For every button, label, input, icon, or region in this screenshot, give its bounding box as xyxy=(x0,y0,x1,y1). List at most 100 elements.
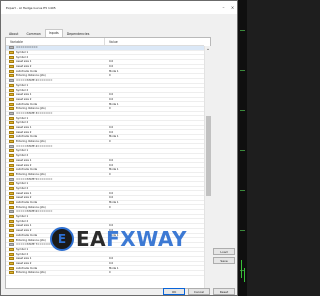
vertical-scrollbar[interactable]: ▴ xyxy=(204,46,211,289)
value-cell[interactable]: 0.0 xyxy=(105,196,204,199)
value-cell[interactable]: 0.0 xyxy=(105,257,204,260)
variable-name: Autotrade mode xyxy=(16,266,38,270)
value-cell[interactable]: Mode 1 xyxy=(105,267,204,270)
chart-gridline xyxy=(240,30,245,31)
parameter-icon xyxy=(9,215,14,219)
variable-cell: Asset size 1 xyxy=(6,93,105,97)
watermark-text-b: FXWAY xyxy=(106,227,187,251)
variable-name: Symbol 2 xyxy=(16,186,29,190)
variable-cell: Symbol 2 xyxy=(6,252,105,256)
value-cell[interactable]: Mode 1 xyxy=(105,103,204,106)
variable-name: Symbol 2 xyxy=(16,88,29,92)
variable-cell: Symbol 1 xyxy=(6,51,105,55)
parameter-icon xyxy=(9,186,14,190)
load-button[interactable]: Load xyxy=(213,248,235,255)
variable-cell: Autotrade mode xyxy=(6,266,105,270)
tab-inputs[interactable]: Inputs xyxy=(44,29,63,37)
chart-gridline xyxy=(240,190,245,191)
value-cell[interactable]: 0.0 xyxy=(105,192,204,195)
watermark-text-a: EA xyxy=(76,227,107,251)
parameter-icon xyxy=(9,271,14,275)
variable-cell: Autotrade mode xyxy=(6,168,105,172)
variable-cell: =====STATE 2======= xyxy=(6,79,105,83)
variable-name: Symbol 1 xyxy=(16,51,29,55)
variable-cell: Asset size 1 xyxy=(6,158,105,162)
separator-icon xyxy=(9,243,14,247)
variable-cell: ========== xyxy=(6,46,105,50)
variable-name: Autotrade mode xyxy=(16,69,38,73)
parameter-icon xyxy=(9,65,14,69)
variable-name: Entering distance (pts) xyxy=(16,205,46,209)
parameter-icon xyxy=(9,69,14,73)
parameter-icon xyxy=(9,261,14,265)
value-cell[interactable]: 0.0 xyxy=(105,60,204,63)
value-cell[interactable]: 0 xyxy=(105,74,204,77)
parameter-icon xyxy=(9,205,14,209)
value-cell[interactable]: Mode 1 xyxy=(105,201,204,204)
ok-button[interactable]: OK xyxy=(163,288,185,295)
parameter-icon xyxy=(9,154,14,158)
value-cell[interactable]: 0.0 xyxy=(105,98,204,101)
value-cell[interactable]: 0 xyxy=(105,206,204,209)
value-cell[interactable]: 0.0 xyxy=(105,126,204,129)
reset-button[interactable]: Reset xyxy=(213,288,235,295)
variable-cell: Entering distance (pts) xyxy=(6,271,105,275)
value-cell[interactable]: 0.0 xyxy=(105,65,204,68)
table-row[interactable]: Entering distance (pts) 0 xyxy=(6,271,204,276)
separator-icon xyxy=(9,111,14,115)
watermark: E EAFXWAY xyxy=(50,226,187,252)
parameter-icon xyxy=(9,107,14,111)
parameter-icon xyxy=(9,55,14,59)
variable-cell: Asset size 2 xyxy=(6,163,105,167)
variable-name: ========== xyxy=(16,46,38,50)
chart-candle xyxy=(241,260,242,278)
variable-name: Asset size 2 xyxy=(16,163,32,167)
window-title: Expert - AI Hedge Gurus E5 1405 xyxy=(6,5,56,10)
chart-gridline xyxy=(240,150,245,151)
variable-cell: Symbol 2 xyxy=(6,219,105,223)
save-button[interactable]: Save xyxy=(213,257,235,264)
value-cell[interactable]: 0 xyxy=(105,271,204,274)
value-cell[interactable]: 0.0 xyxy=(105,262,204,265)
value-cell[interactable]: 0 xyxy=(105,173,204,176)
value-cell[interactable]: Mode 1 xyxy=(105,70,204,73)
parameter-icon xyxy=(9,182,14,186)
tab-dependencies[interactable]: Dependencies xyxy=(62,30,94,37)
variable-name: Symbol 2 xyxy=(16,121,29,125)
column-header-value[interactable]: Value xyxy=(105,38,204,45)
variable-cell: Symbol 1 xyxy=(6,182,105,186)
variable-cell: Asset size 2 xyxy=(6,196,105,200)
watermark-logo-letter: E xyxy=(57,232,67,246)
parameter-icon xyxy=(9,163,14,167)
variable-cell: Entering distance (pts) xyxy=(6,205,105,209)
value-cell[interactable]: Mode 1 xyxy=(105,135,204,138)
variable-cell: Symbol 1 xyxy=(6,149,105,153)
column-header-variable[interactable]: Variable xyxy=(6,38,105,45)
tab-about[interactable]: About xyxy=(5,30,23,37)
variable-name: =====STATE 5======= xyxy=(16,177,53,181)
value-cell[interactable]: 0.0 xyxy=(105,131,204,134)
value-cell[interactable]: 0.0 xyxy=(105,159,204,162)
variable-name: Symbol 1 xyxy=(16,182,29,186)
scroll-up-icon[interactable]: ▴ xyxy=(205,46,211,52)
tab-common[interactable]: Common xyxy=(22,30,45,37)
parameter-icon xyxy=(9,229,14,233)
inputs-panel: Variable Value ========== Symbol 1 Symbol … xyxy=(5,37,211,289)
parameter-icon xyxy=(9,247,14,251)
variable-name: Autotrade mode xyxy=(16,201,38,205)
cancel-button[interactable]: Cancel xyxy=(188,288,210,295)
scrollbar-thumb[interactable] xyxy=(206,116,211,196)
minimize-button[interactable]: – xyxy=(219,1,228,14)
value-cell[interactable]: 0.0 xyxy=(105,164,204,167)
variable-name: Asset size 2 xyxy=(16,229,32,233)
close-button[interactable]: × xyxy=(228,1,237,14)
value-cell[interactable]: 0 xyxy=(105,140,204,143)
value-cell[interactable]: Mode 1 xyxy=(105,168,204,171)
variable-name: Asset size 1 xyxy=(16,93,32,97)
separator-icon xyxy=(9,210,14,214)
parameter-icon xyxy=(9,196,14,200)
parameter-icon xyxy=(9,168,14,172)
value-cell[interactable]: 0 xyxy=(105,107,204,110)
value-cell[interactable]: 0.0 xyxy=(105,93,204,96)
variable-cell: Autotrade mode xyxy=(6,135,105,139)
